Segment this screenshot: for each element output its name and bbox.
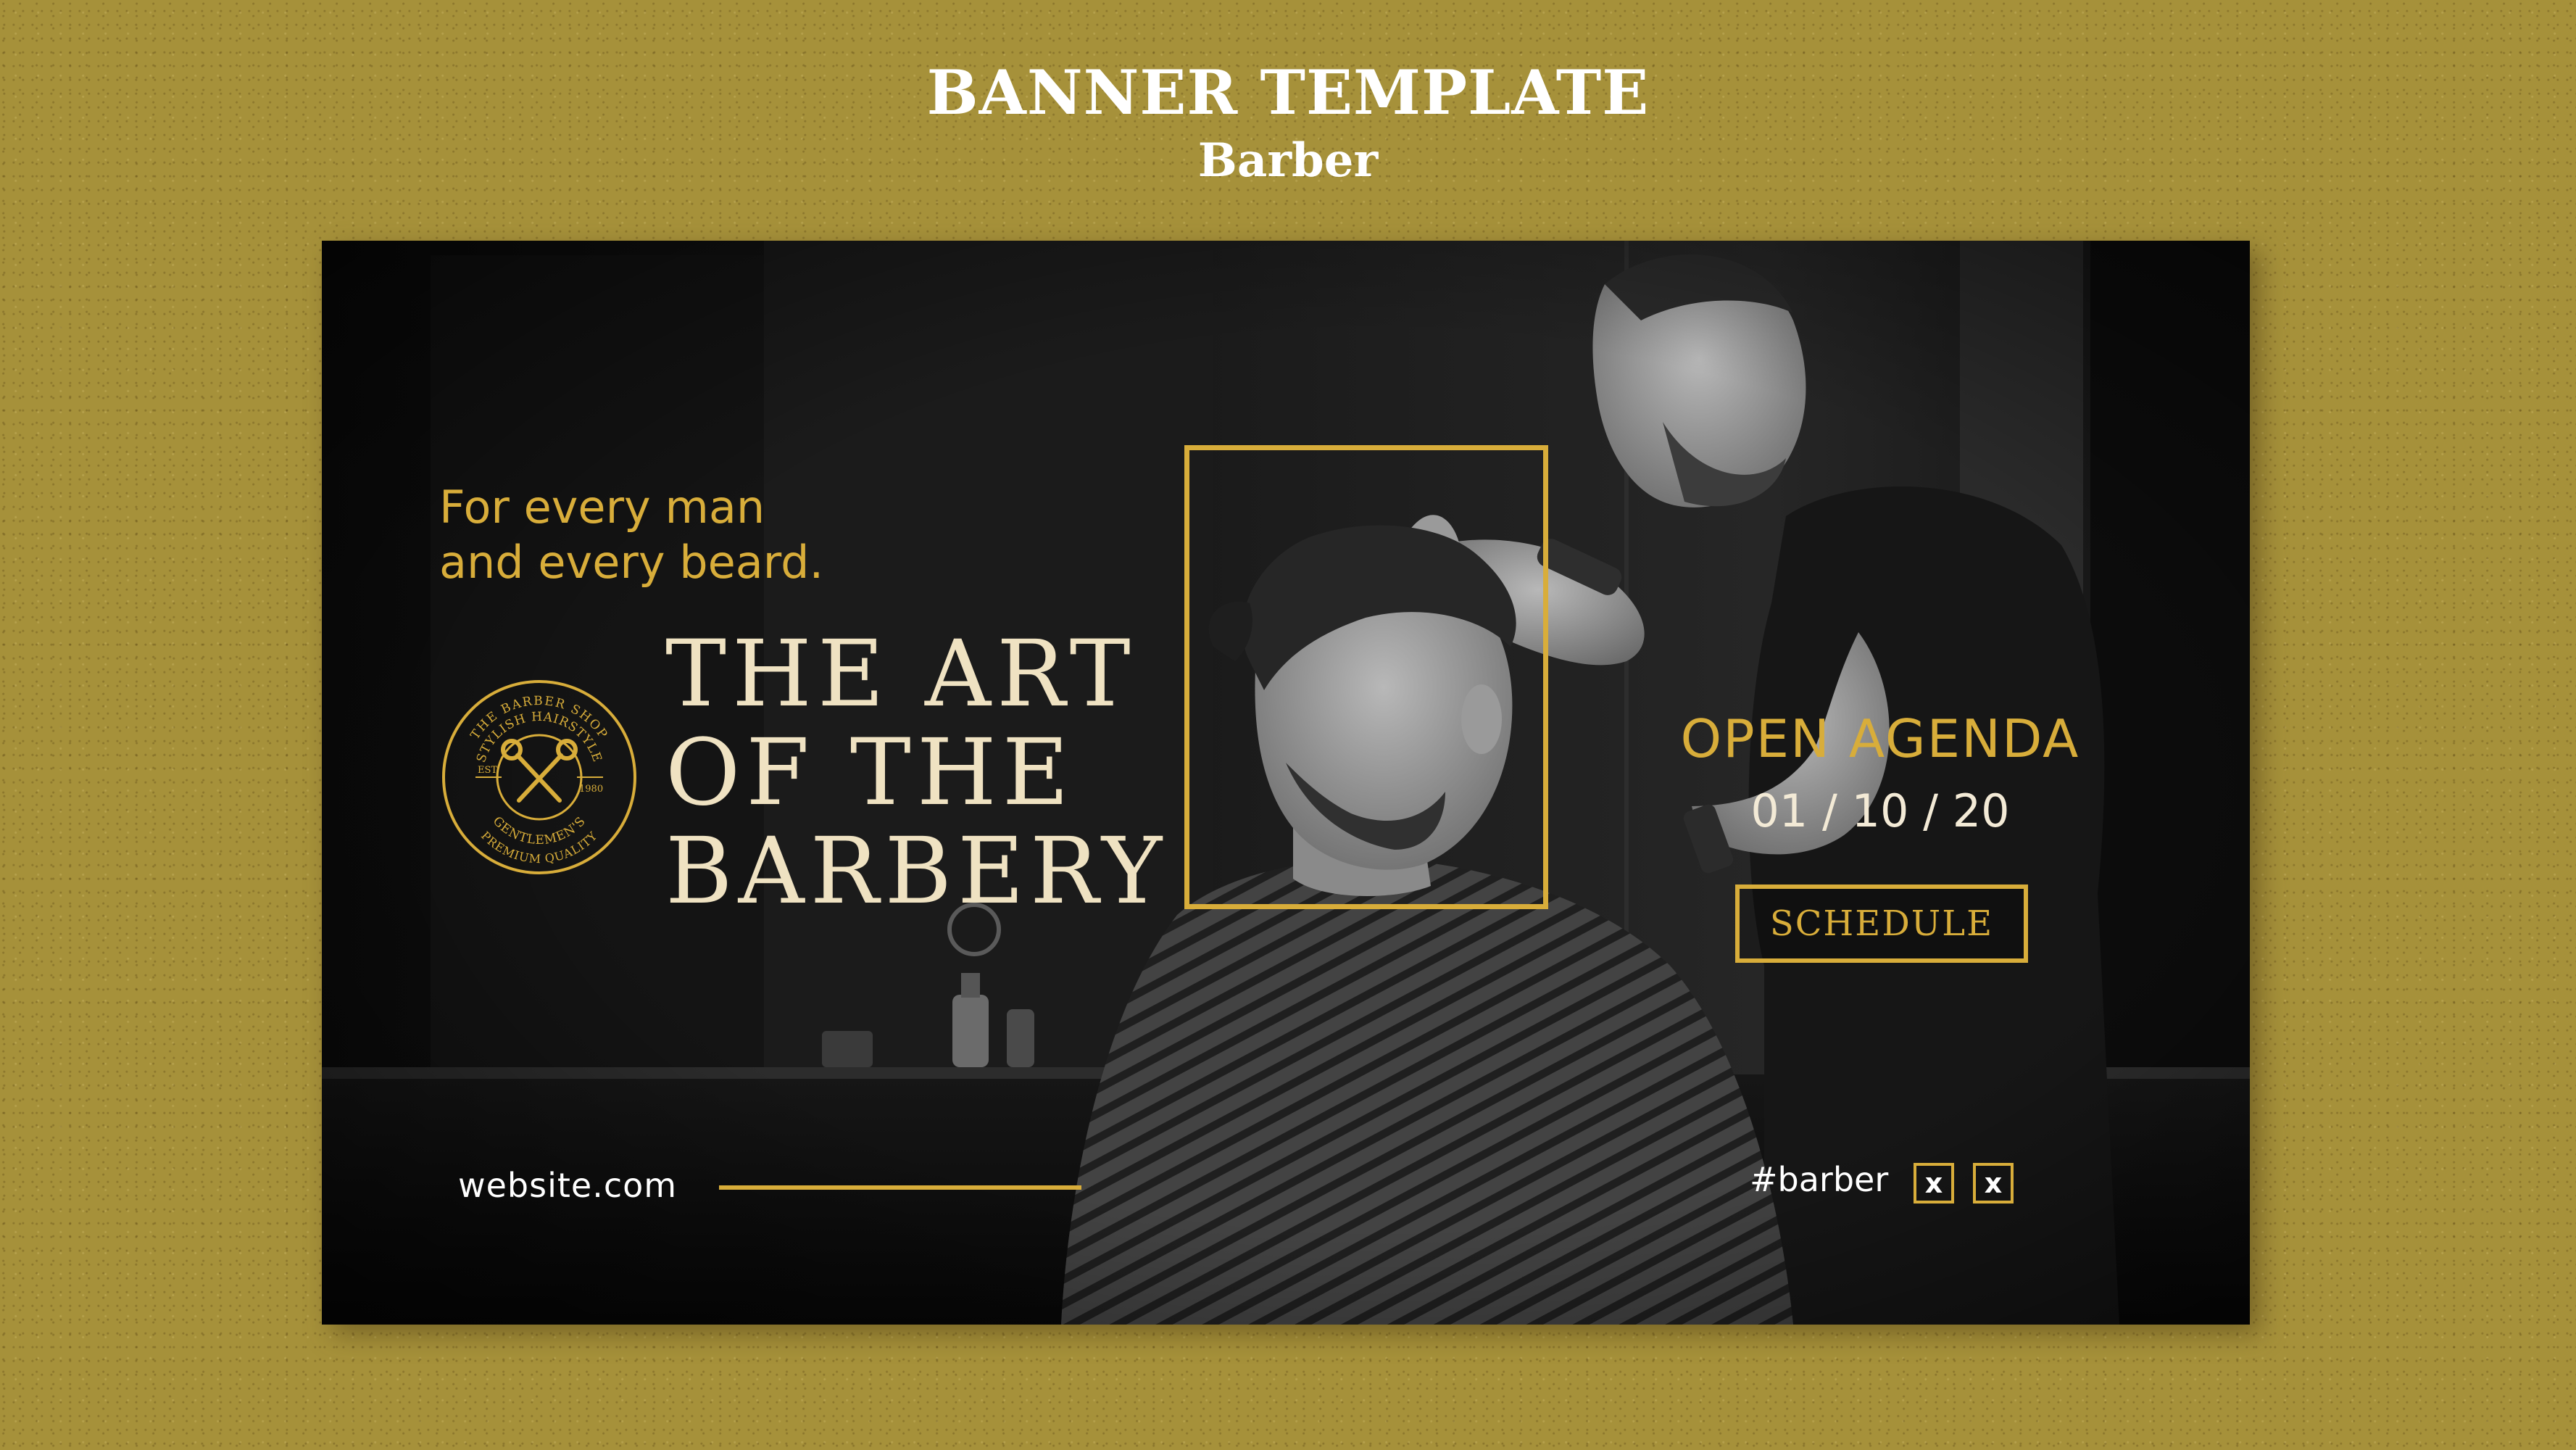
headline-line-1: THE ART [665, 621, 1137, 727]
tagline-line-1: For every man [439, 481, 765, 534]
hashtag: #barber [1750, 1160, 1889, 1199]
headline-line-2: OF THE [665, 719, 1075, 826]
x-icon[interactable]: x [1973, 1163, 2014, 1204]
tagline-line-2: and every beard. [439, 536, 824, 589]
x-icon[interactable]: x [1914, 1163, 1954, 1204]
open-agenda-label: OPEN AGENDA [1680, 708, 2080, 769]
divider-line [719, 1185, 1081, 1190]
decorative-gold-frame [1184, 445, 1548, 909]
barber-banner: For every man and every beard. THE BARBE… [322, 241, 2250, 1325]
badge-year: 1980 [579, 784, 603, 795]
website-link[interactable]: website.com [458, 1166, 677, 1205]
barber-shop-badge: THE BARBER SHOP STYLISH HAIRSTYLE GENTLE… [438, 676, 641, 879]
tagline: For every man and every beard. [439, 480, 823, 590]
page-title: BANNER TEMPLATE [926, 57, 1650, 128]
schedule-button[interactable]: SCHEDULE [1735, 884, 2028, 963]
scissors-icon: THE BARBER SHOP STYLISH HAIRSTYLE GENTLE… [442, 680, 636, 874]
headline: THE ART OF THE BARBERY [665, 625, 1168, 921]
agenda-date: 01 / 10 / 20 [1750, 784, 2010, 837]
schedule-button-label: SCHEDULE [1769, 903, 1994, 944]
social-1-label: x [1924, 1167, 1943, 1199]
headline-line-3: BARBERY [665, 818, 1168, 924]
page-subtitle: Barber [1197, 133, 1379, 188]
badge-est: EST. [478, 765, 499, 776]
social-2-label: x [1984, 1167, 2003, 1199]
